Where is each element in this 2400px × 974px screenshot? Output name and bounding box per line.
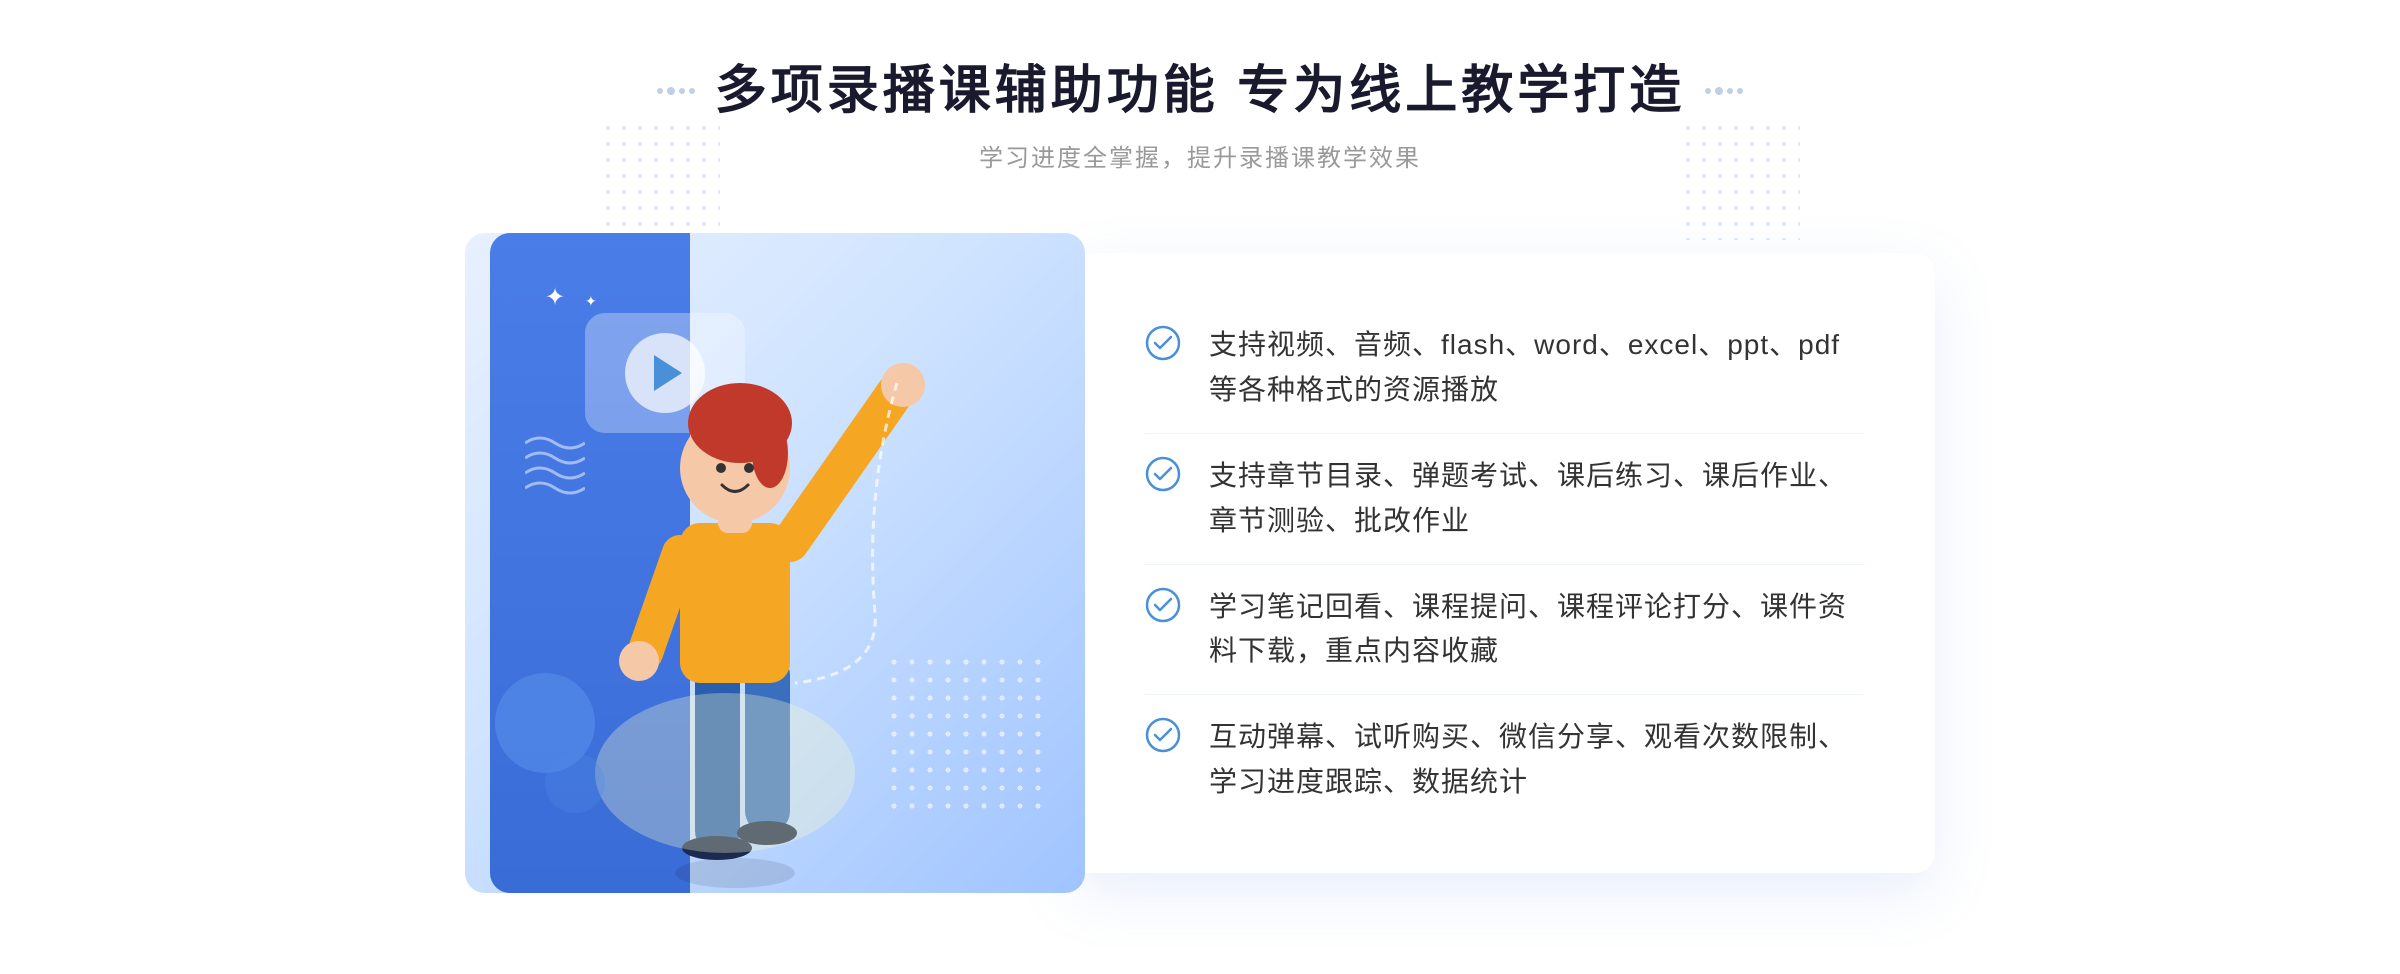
feature-text-4: 互动弹幕、试听购买、微信分享、观看次数限制、学习进度跟踪、数据统计 <box>1209 715 1865 805</box>
decorator-dots-left <box>657 87 695 95</box>
content-area: » ✦ ✦ <box>400 233 2000 893</box>
feature-text-2: 支持章节目录、弹题考试、课后练习、课后作业、章节测验、批改作业 <box>1209 454 1865 544</box>
feature-text-3: 学习笔记回看、课程提问、课程评论打分、课件资料下载，重点内容收藏 <box>1209 585 1865 675</box>
feature-item-2: 支持章节目录、弹题考试、课后练习、课后作业、章节测验、批改作业 <box>1145 434 1865 565</box>
main-title: 多项录播课辅助功能 专为线上教学打造 <box>715 60 1685 122</box>
feature-item-1: 支持视频、音频、flash、word、excel、ppt、pdf等各种格式的资源… <box>1145 303 1865 434</box>
wavy-lines-icon <box>525 433 585 513</box>
illustration-inner: ✦ ✦ <box>465 233 1085 893</box>
features-card: 支持视频、音频、flash、word、excel、ppt、pdf等各种格式的资源… <box>1075 253 1935 873</box>
feature-item-4: 互动弹幕、试听购买、微信分享、观看次数限制、学习进度跟踪、数据统计 <box>1145 695 1865 825</box>
check-icon-2 <box>1145 456 1181 492</box>
feature-text-1: 支持视频、音频、flash、word、excel、ppt、pdf等各种格式的资源… <box>1209 323 1865 413</box>
feature-item-3: 学习笔记回看、课程提问、课程评论打分、课件资料下载，重点内容收藏 <box>1145 565 1865 696</box>
header-section: 多项录播课辅助功能 专为线上教学打造 学习进度全掌握，提升录播课教学效果 <box>657 60 1743 173</box>
check-icon-3 <box>1145 587 1181 623</box>
header-decorators: 多项录播课辅助功能 专为线上教学打造 <box>657 60 1743 122</box>
page-wrapper: 多项录播课辅助功能 专为线上教学打造 学习进度全掌握，提升录播课教学效果 » <box>0 0 2400 974</box>
decorator-dots-right <box>1705 87 1743 95</box>
circle-deco-2 <box>545 753 605 813</box>
check-icon-1 <box>1145 325 1181 361</box>
subtitle: 学习进度全掌握，提升录播课教学效果 <box>657 138 1743 173</box>
check-icon-4 <box>1145 717 1181 753</box>
illustration-card: ✦ ✦ <box>465 233 1085 893</box>
